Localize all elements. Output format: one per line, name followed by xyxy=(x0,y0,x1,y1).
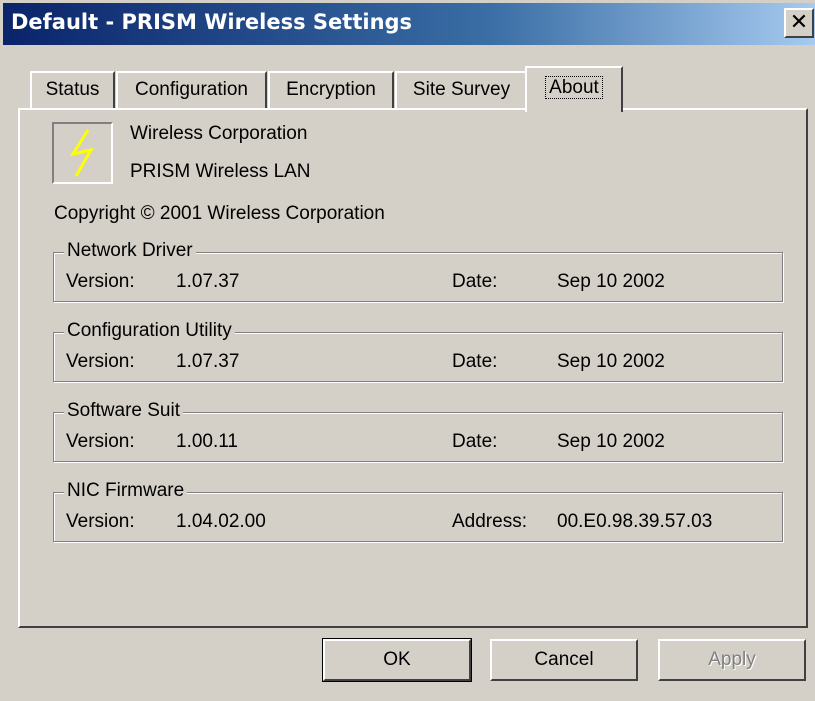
title-bar[interactable]: Default - PRISM Wireless Settings ✕ xyxy=(3,3,815,45)
tab-encryption-label: Encryption xyxy=(286,79,376,100)
version-value: 1.07.37 xyxy=(176,271,240,292)
nic-firmware-group: NIC Firmware Version: 1.04.02.00 Address… xyxy=(53,480,783,542)
ok-button[interactable]: OK xyxy=(322,638,472,682)
tab-configuration-label: Configuration xyxy=(134,79,249,100)
group-title: Network Driver xyxy=(64,240,196,262)
lightning-bolt-icon xyxy=(69,129,95,177)
tab-site-survey[interactable]: Site Survey xyxy=(395,71,528,109)
company-name: Wireless Corporation xyxy=(130,123,308,144)
group-title: Software Suit xyxy=(64,400,183,422)
date-label: Date: xyxy=(452,271,498,292)
software-suit-group: Software Suit Version: 1.00.11 Date: Sep… xyxy=(53,400,783,462)
version-label: Version: xyxy=(66,271,135,292)
ok-button-label: OK xyxy=(383,649,411,670)
group-title: Configuration Utility xyxy=(64,320,235,342)
tab-about[interactable]: About xyxy=(525,66,623,112)
version-label: Version: xyxy=(66,431,135,452)
date-label: Date: xyxy=(452,351,498,372)
version-label: Version: xyxy=(66,511,135,532)
group-title: NIC Firmware xyxy=(64,480,188,502)
address-value: 00.E0.98.39.57.03 xyxy=(557,511,713,532)
version-value: 1.07.37 xyxy=(176,351,240,372)
tab-site-survey-label: Site Survey xyxy=(412,79,511,100)
tab-status[interactable]: Status xyxy=(30,71,115,109)
version-value: 1.00.11 xyxy=(176,431,238,452)
window-title: Default - PRISM Wireless Settings xyxy=(11,10,413,34)
date-value: Sep 10 2002 xyxy=(557,431,665,452)
apply-button-label: Apply xyxy=(708,649,756,670)
copyright-text: Copyright © 2001 Wireless Corporation xyxy=(54,203,385,224)
apply-button[interactable]: Apply xyxy=(658,639,806,681)
tab-configuration[interactable]: Configuration xyxy=(116,71,267,109)
date-value: Sep 10 2002 xyxy=(557,271,665,292)
date-value: Sep 10 2002 xyxy=(557,351,665,372)
date-label: Date: xyxy=(452,431,498,452)
tab-status-label: Status xyxy=(45,79,100,100)
product-logo xyxy=(52,122,113,184)
close-icon: ✕ xyxy=(789,10,809,35)
cancel-button[interactable]: Cancel xyxy=(490,639,638,681)
cancel-button-label: Cancel xyxy=(534,649,594,670)
network-driver-group: Network Driver Version: 1.07.37 Date: Se… xyxy=(53,240,783,302)
product-name: PRISM Wireless LAN xyxy=(130,161,311,182)
configuration-utility-group: Configuration Utility Version: 1.07.37 D… xyxy=(53,320,783,382)
version-value: 1.04.02.00 xyxy=(176,511,266,532)
address-label: Address: xyxy=(452,511,527,532)
settings-dialog: Default - PRISM Wireless Settings ✕ Stat… xyxy=(0,0,815,701)
version-label: Version: xyxy=(66,351,135,372)
tab-about-label: About xyxy=(545,76,603,99)
close-button[interactable]: ✕ xyxy=(784,8,814,38)
tab-encryption[interactable]: Encryption xyxy=(268,71,394,109)
